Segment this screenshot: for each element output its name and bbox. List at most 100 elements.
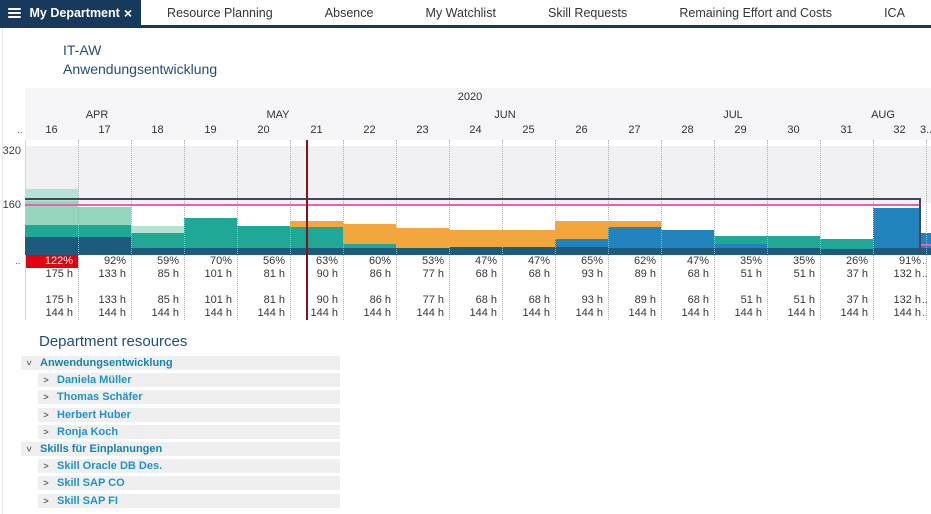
bar-week-29[interactable] bbox=[714, 236, 767, 255]
week-label-18: 18 bbox=[131, 124, 184, 136]
bar-segment-dark bbox=[608, 248, 661, 255]
bar-week-28[interactable] bbox=[661, 230, 714, 255]
capacity-utilization-chart: 2020 .. 3.. APRMAYJUNJULAUG1617181920212… bbox=[0, 88, 931, 320]
tab-my-watchlist[interactable]: My Watchlist bbox=[426, 6, 496, 20]
bar-week-23[interactable] bbox=[396, 228, 449, 255]
planned-hours-cell: 132 h bbox=[873, 294, 926, 307]
bar-week-21[interactable] bbox=[290, 221, 343, 255]
tree-item-skills-f-r-einplanungen[interactable]: > Skills für Einplanungen bbox=[21, 442, 340, 456]
tab-resource-planning[interactable]: Resource Planning bbox=[167, 6, 273, 20]
chevron-right-icon[interactable]: > bbox=[41, 427, 51, 437]
utilization-hours-cell: 93 h bbox=[555, 268, 608, 281]
bar-segment-teal bbox=[78, 225, 131, 237]
chevron-down-icon[interactable]: > bbox=[24, 358, 34, 368]
tab-skill-requests[interactable]: Skill Requests bbox=[548, 6, 627, 20]
chevron-right-icon[interactable]: > bbox=[41, 478, 51, 488]
bar-segment-orange bbox=[502, 230, 555, 247]
planned-hours-cell: 93 h bbox=[555, 294, 608, 307]
planned-hours-cell: 37 h bbox=[820, 294, 873, 307]
utilization-hours-cell: 175 h bbox=[25, 268, 78, 281]
week-label-20: 20 bbox=[237, 124, 290, 136]
bar-segment-dark bbox=[661, 248, 714, 255]
today-line bbox=[306, 140, 308, 320]
tree-item-herbert-huber[interactable]: >Herbert Huber bbox=[38, 408, 340, 422]
year-label: 2020 bbox=[458, 91, 482, 103]
tab-ica[interactable]: ICA bbox=[884, 6, 905, 20]
bar-week-18[interactable] bbox=[131, 226, 184, 255]
bar-segment-dark bbox=[184, 248, 237, 255]
tree-item-thomas-sch-fer[interactable]: >Thomas Schäfer bbox=[38, 390, 340, 404]
planned-hours-cell: 68 h bbox=[449, 294, 502, 307]
month-label-jul: JUL bbox=[723, 109, 743, 121]
utilization-hours-cell: 81 h bbox=[237, 268, 290, 281]
bar-segment-dark bbox=[131, 248, 184, 255]
bar-week-27[interactable] bbox=[608, 221, 661, 255]
utilization-hours-cell: 37 h bbox=[820, 268, 873, 281]
tree-item-skill-sap-fi[interactable]: > Skill SAP FI bbox=[38, 494, 340, 508]
bar-segment-teal bbox=[131, 233, 184, 248]
hamburger-menu-icon[interactable] bbox=[8, 8, 21, 18]
bar-segment-teal bbox=[237, 226, 290, 248]
chevron-down-icon[interactable]: > bbox=[24, 444, 34, 454]
utilization-percent-cell: 47% bbox=[502, 255, 555, 268]
bar-week-32[interactable] bbox=[873, 208, 919, 255]
tab-absence[interactable]: Absence bbox=[325, 6, 374, 20]
tree-item-label: Skill SAP FI bbox=[57, 495, 118, 507]
chevron-right-icon[interactable]: > bbox=[41, 392, 51, 402]
planned-hours-cell: 86 h bbox=[343, 294, 396, 307]
tab-remaining-effort-and-costs[interactable]: Remaining Effort and Costs bbox=[679, 6, 832, 20]
chevron-right-icon[interactable]: > bbox=[41, 496, 51, 506]
tree-item-label: Skills für Einplanungen bbox=[40, 443, 162, 455]
bar-week-20[interactable] bbox=[237, 226, 290, 255]
tree-item-ronja-koch[interactable]: >Ronja Koch bbox=[38, 425, 340, 439]
chevron-right-icon[interactable]: > bbox=[41, 375, 51, 385]
tree-item-skill-oracle-db-des-[interactable]: >Skill Oracle DB Des. bbox=[38, 459, 340, 473]
capacity-hours-cell: 144 h bbox=[502, 307, 555, 320]
bar-segment-teal bbox=[25, 225, 78, 237]
y-tick-320: 320 bbox=[0, 145, 21, 157]
utilization-percent-cell: 26% bbox=[820, 255, 873, 268]
bar-week-26[interactable] bbox=[555, 221, 608, 255]
chevron-right-icon[interactable]: > bbox=[41, 461, 51, 471]
planned-hours-cell: 90 h bbox=[290, 294, 343, 307]
close-tab-icon[interactable]: × bbox=[124, 6, 132, 20]
utilization-table: 122%92%59%70%56%63%60%53%47%47%65%62%47%… bbox=[0, 255, 931, 320]
week-label-26: 26 bbox=[555, 124, 608, 136]
bar-week-19[interactable] bbox=[184, 218, 237, 255]
utilization-hours-cell: 77 h bbox=[396, 268, 449, 281]
utilization-hours-cell: 68 h bbox=[502, 268, 555, 281]
capacity-hours-cell: 144 h bbox=[290, 307, 343, 320]
bar-week-30[interactable] bbox=[767, 236, 820, 255]
utilization-hours-cell: 86 h bbox=[343, 268, 396, 281]
tab-my-department[interactable]: My Department × bbox=[0, 0, 141, 25]
bar-week-31[interactable] bbox=[820, 239, 873, 255]
tab-list: Resource Planning Absence My Watchlist Skil… bbox=[141, 0, 931, 25]
bar-week-25[interactable] bbox=[502, 230, 555, 255]
tree-item-skill-sap-co[interactable]: >Skill SAP CO bbox=[38, 476, 340, 490]
gridline bbox=[608, 140, 609, 320]
bar-week-22[interactable] bbox=[343, 224, 396, 255]
utilization-percent-cell: 60% bbox=[343, 255, 396, 268]
gridline bbox=[873, 140, 874, 320]
active-tab-label: My Department bbox=[30, 6, 120, 20]
bar-segment-dark bbox=[396, 248, 449, 255]
bar-week-17[interactable] bbox=[78, 207, 131, 255]
bar-segment-dark bbox=[873, 248, 919, 255]
utilization-hours-row: 175 h133 h85 h101 h81 h90 h86 h77 h68 h6… bbox=[0, 268, 931, 281]
planned-hours-cell: 133 h bbox=[78, 294, 131, 307]
capacity-hours-cell: 144 h bbox=[820, 307, 873, 320]
utilization-percent-cell: 35% bbox=[767, 255, 820, 268]
utilization-percent-cell: 92% bbox=[78, 255, 131, 268]
bar-week-24[interactable] bbox=[449, 230, 502, 255]
department-title: IT-AW Anwendungsentwicklung bbox=[63, 41, 217, 79]
bar-segment-dark bbox=[767, 248, 820, 255]
week-label-17: 17 bbox=[78, 124, 131, 136]
tree-item-anwendungsentwicklung[interactable]: >Anwendungsentwicklung bbox=[21, 356, 340, 370]
planned-hours-cell: 81 h bbox=[237, 294, 290, 307]
utilization-percent-cell: 53% bbox=[396, 255, 449, 268]
tree-item-daniela-m-ller[interactable]: > Daniela Müller bbox=[38, 373, 340, 387]
gridline bbox=[237, 140, 238, 320]
tree-item-label: Daniela Müller bbox=[57, 374, 132, 386]
chevron-right-icon[interactable]: > bbox=[41, 410, 51, 420]
gridline bbox=[343, 140, 344, 320]
